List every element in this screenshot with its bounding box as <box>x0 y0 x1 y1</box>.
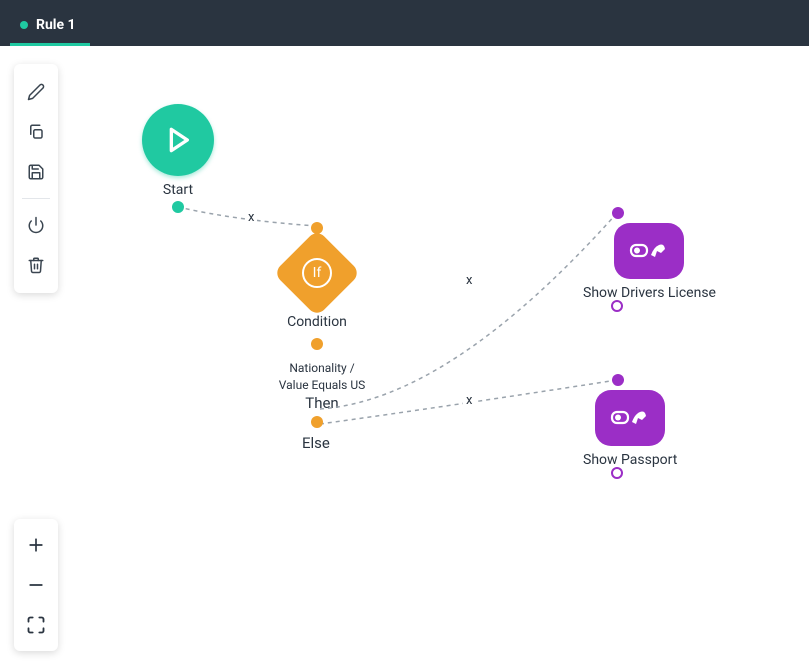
edge-delete-1[interactable]: x <box>245 210 257 225</box>
start-circle <box>142 104 214 176</box>
power-icon <box>27 216 45 234</box>
edit-button[interactable] <box>14 72 58 112</box>
zoom-toolbar <box>14 519 58 651</box>
copy-button[interactable] <box>14 112 58 152</box>
then-label: Then <box>305 394 338 412</box>
action1-label: Show Drivers License <box>583 285 716 301</box>
toggle-icon <box>629 237 669 265</box>
node-action-drivers-license[interactable]: Show Drivers License <box>583 223 716 301</box>
port-start-out[interactable] <box>172 201 184 213</box>
condition-diamond: If <box>273 229 361 317</box>
condition-label: Condition <box>287 314 347 330</box>
tab-title: Rule 1 <box>36 17 76 33</box>
node-action-passport[interactable]: Show Passport <box>583 390 677 468</box>
port-then-out[interactable] <box>311 416 323 428</box>
else-label-wrapper: Else <box>302 434 330 452</box>
node-start[interactable]: Start <box>142 104 214 198</box>
port-action1-in[interactable] <box>612 207 624 219</box>
plus-icon <box>26 535 46 555</box>
toggle-icon-2 <box>610 404 650 432</box>
copy-icon <box>27 123 45 141</box>
play-icon <box>162 124 194 156</box>
power-button[interactable] <box>14 205 58 245</box>
action-icon-box <box>614 223 684 279</box>
minus-icon <box>26 575 46 595</box>
fullscreen-icon <box>26 615 46 635</box>
tab-status-dot <box>20 21 28 29</box>
if-badge: If <box>302 258 332 288</box>
app-header: Rule 1 <box>0 0 809 46</box>
tool-palette <box>14 64 58 293</box>
expression-line1: Nationality / <box>289 360 354 377</box>
else-label: Else <box>302 434 330 452</box>
tab-rule[interactable]: Rule 1 <box>10 7 90 46</box>
action-icon-box-2 <box>595 390 665 446</box>
port-condition-in[interactable] <box>311 222 323 234</box>
action2-label: Show Passport <box>583 452 677 468</box>
trash-icon <box>27 256 45 274</box>
connector-layer <box>0 46 809 665</box>
port-action1-out[interactable] <box>611 300 623 312</box>
edge-delete-3[interactable]: x <box>463 393 475 408</box>
port-action2-out[interactable] <box>611 467 623 479</box>
node-condition[interactable]: If Condition <box>286 242 348 330</box>
canvas-area[interactable]: x x x Start If Condition Nationality / V… <box>0 46 809 665</box>
fullscreen-button[interactable] <box>14 605 58 645</box>
save-button[interactable] <box>14 152 58 192</box>
start-label: Start <box>163 182 193 198</box>
expression-line2: Value Equals US <box>279 377 365 394</box>
edge-delete-2[interactable]: x <box>463 273 475 288</box>
delete-button[interactable] <box>14 245 58 285</box>
zoom-out-button[interactable] <box>14 565 58 605</box>
condition-expression: Nationality / Value Equals US Then <box>277 360 367 412</box>
pencil-icon <box>27 83 45 101</box>
port-condition-out[interactable] <box>311 338 323 350</box>
toolbar-divider <box>22 198 50 199</box>
zoom-in-button[interactable] <box>14 525 58 565</box>
port-action2-in[interactable] <box>612 374 624 386</box>
save-icon <box>27 163 45 181</box>
